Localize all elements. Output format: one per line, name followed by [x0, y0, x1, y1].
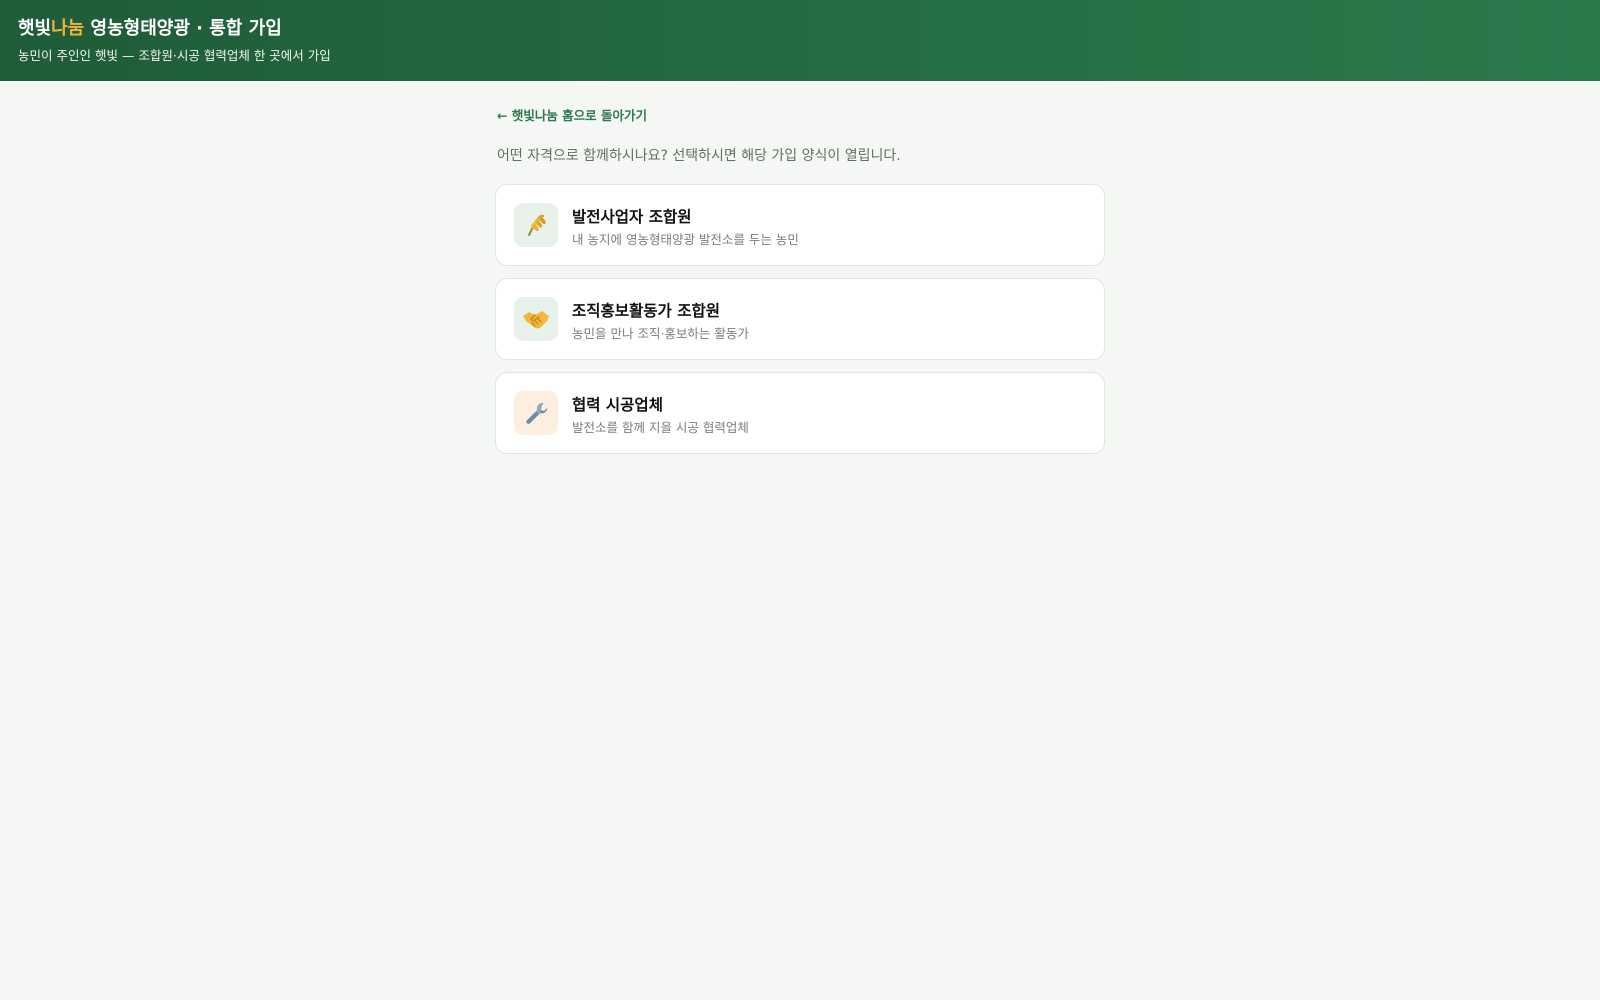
option-description: 발전소를 함께 지을 시공 협력업체 — [572, 420, 749, 435]
option-title: 협력 시공업체 — [572, 396, 663, 414]
wheat-icon — [514, 203, 558, 247]
wrench-icon — [514, 391, 558, 435]
brand-name: 햇빛 — [18, 18, 52, 39]
option-card-generation-member[interactable]: 발전사업자 조합원 내 농지에 영농형태양광 발전소를 두는 농민 — [495, 184, 1105, 266]
option-description: 내 농지에 영농형태양광 발전소를 두는 농민 — [572, 232, 799, 247]
back-to-home-link[interactable]: ← 햇빛나눔 홈으로 돌아가기 — [497, 105, 647, 124]
option-title: 발전사업자 조합원 — [572, 208, 692, 226]
header-tagline: 농민이 주인인 햇빛 — 조합원·시공 협력업체 한 곳에서 가입 — [18, 48, 331, 63]
brand-accent: 나눔 — [51, 18, 85, 39]
option-card-organizer-member[interactable]: 조직홍보활동가 조합원 농민을 만나 조직·홍보하는 활동가 — [495, 278, 1105, 360]
option-description: 농민을 만나 조직·홍보하는 활동가 — [572, 326, 749, 341]
page-title: 햇빛나눔 영농형태양광 · 통합 가입 — [18, 16, 1600, 42]
page-header: 햇빛나눔 영농형태양광 · 통합 가입 농민이 주인인 햇빛 — 조합원·시공 … — [0, 0, 1600, 81]
page-title-text: 영농형태양광 · 통합 가입 — [84, 18, 282, 39]
intro-text: 어떤 자격으로 함께하시나요? 선택하시면 해당 가입 양식이 열립니다. — [497, 148, 901, 164]
option-title: 조직홍보활동가 조합원 — [572, 302, 720, 320]
handshake-icon — [514, 297, 558, 341]
option-card-contractor[interactable]: 협력 시공업체 발전소를 함께 지을 시공 협력업체 — [495, 372, 1105, 454]
